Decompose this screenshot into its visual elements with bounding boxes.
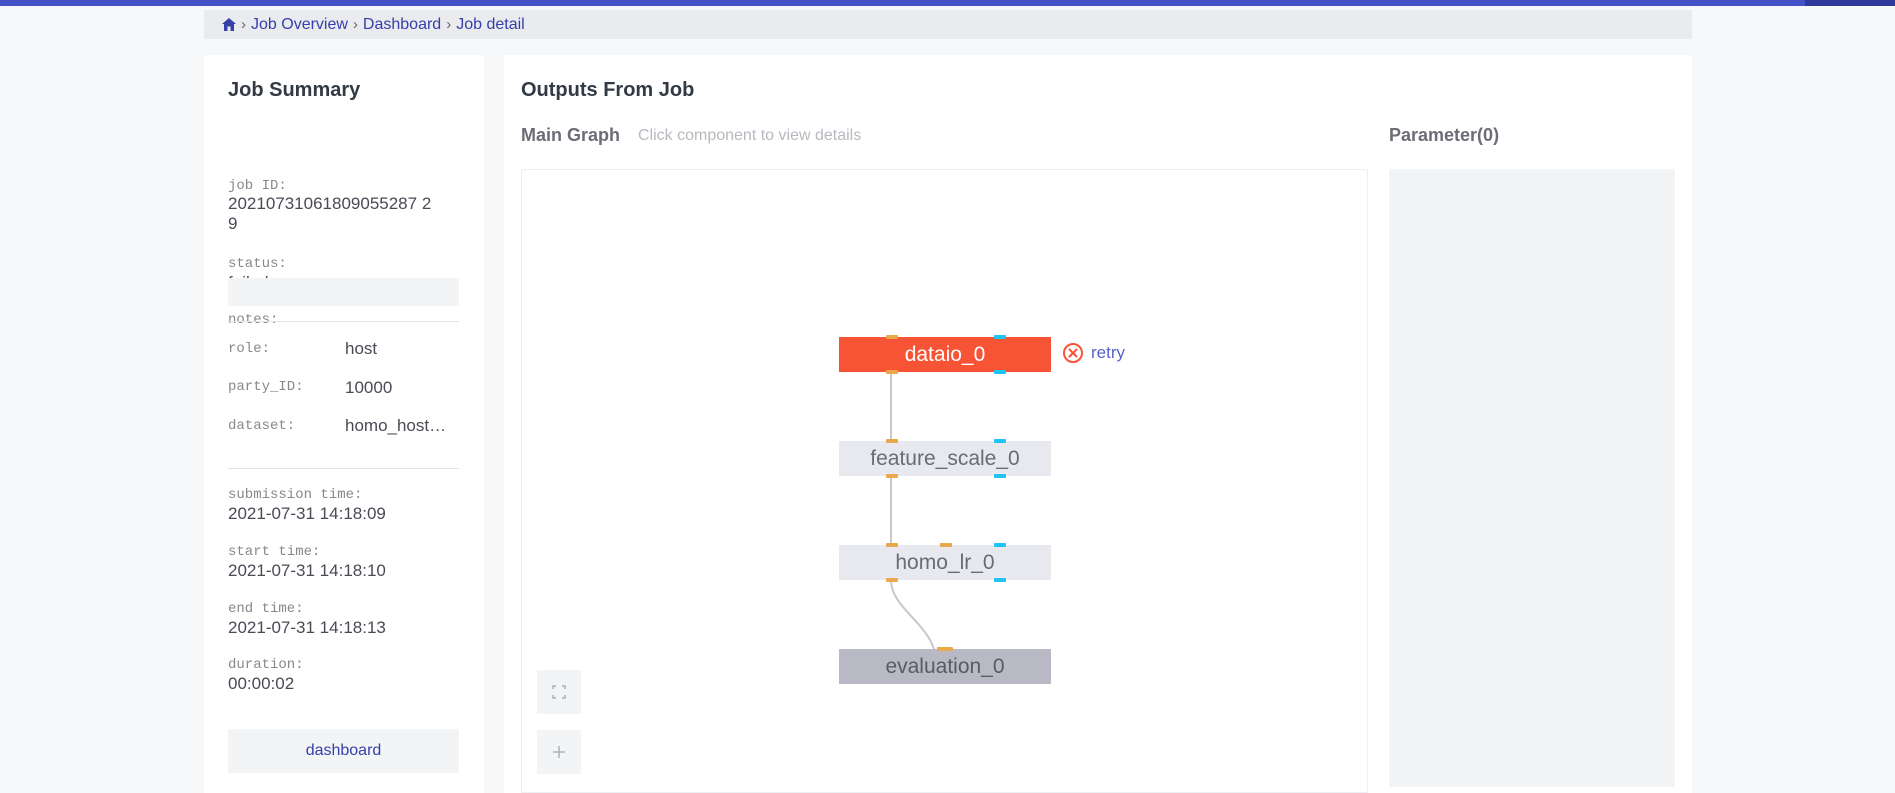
graph-edges xyxy=(890,372,937,662)
input-port xyxy=(994,439,1006,443)
input-port xyxy=(886,543,898,547)
output-port xyxy=(994,578,1006,582)
outputs-panel: Outputs From Job Main Graph Click compon… xyxy=(504,55,1692,793)
chevron-right-icon: › xyxy=(241,16,246,33)
duration-label: duration: xyxy=(228,657,304,673)
outputs-title: Outputs From Job xyxy=(521,79,695,101)
node-label: evaluation_0 xyxy=(885,654,1005,678)
status-label: status: xyxy=(228,256,287,272)
job-id-label: job ID: xyxy=(228,178,287,194)
graph-node-evaluation[interactable]: evaluation_0 xyxy=(839,647,1051,684)
output-port xyxy=(994,370,1006,374)
breadcrumb-job-overview[interactable]: Job Overview xyxy=(251,16,348,34)
top-accent-bar xyxy=(0,0,1895,6)
input-port xyxy=(886,439,898,443)
submission-time-value: 2021-07-31 14:18:09 xyxy=(228,504,386,523)
chevron-right-icon: › xyxy=(446,16,452,33)
node-label: dataio_0 xyxy=(904,342,986,366)
output-port xyxy=(994,474,1006,478)
role-value: host xyxy=(345,339,378,358)
party-id-value: 10000 xyxy=(345,378,393,397)
main-graph-canvas[interactable]: dataio_0 feature_scale_0 homo_lr_0 evalu… xyxy=(521,169,1368,793)
fullscreen-icon xyxy=(552,685,566,699)
fullscreen-button[interactable] xyxy=(537,670,581,714)
chevron-right-icon: › xyxy=(352,16,358,33)
node-label: homo_lr_0 xyxy=(895,550,995,574)
graph-node-feature-scale[interactable]: feature_scale_0 xyxy=(839,439,1051,478)
party-id-label: party_ID: xyxy=(228,379,304,395)
role-label: role: xyxy=(228,341,271,357)
start-time-label: start time: xyxy=(228,544,321,560)
input-port xyxy=(994,543,1006,547)
breadcrumb: › Job Overview › Dashboard › Job detail xyxy=(204,10,1692,39)
divider xyxy=(228,321,459,322)
home-icon[interactable] xyxy=(222,18,236,31)
error-circle-icon xyxy=(1062,342,1084,364)
output-port xyxy=(886,474,898,478)
graph-node-homo-lr[interactable]: homo_lr_0 xyxy=(839,543,1051,582)
plus-icon xyxy=(552,745,566,759)
input-port xyxy=(886,335,898,339)
retry-label: retry xyxy=(1091,343,1125,362)
main-graph-title: Main Graph xyxy=(521,125,621,145)
breadcrumb-dashboard[interactable]: Dashboard xyxy=(363,16,441,34)
zoom-in-button[interactable] xyxy=(537,730,581,774)
end-time-value: 2021-07-31 14:18:13 xyxy=(228,618,386,637)
input-port xyxy=(940,543,952,547)
divider xyxy=(228,468,459,469)
main-graph-hint: Click component to view details xyxy=(638,127,862,144)
duration-value: 00:00:02 xyxy=(228,674,295,693)
submission-time-label: submission time: xyxy=(228,487,363,503)
end-time-label: end time: xyxy=(228,601,304,617)
parameter-title: Parameter(0) xyxy=(1389,125,1500,145)
notes-field[interactable] xyxy=(228,278,459,306)
node-label: feature_scale_0 xyxy=(870,446,1020,470)
input-port xyxy=(994,335,1006,339)
job-summary-panel: Job Summary job ID: 20210731061809055287… xyxy=(204,55,484,793)
job-id-value-line2: 9 xyxy=(228,214,238,233)
retry-button[interactable]: retry xyxy=(1062,342,1125,364)
job-id-value-line1: 20210731061809055287 2 xyxy=(228,194,432,213)
dataset-label: dataset: xyxy=(228,418,296,434)
job-summary-title: Job Summary xyxy=(228,79,361,101)
dashboard-button[interactable]: dashboard xyxy=(228,729,459,773)
output-port xyxy=(886,370,898,374)
input-port xyxy=(937,647,953,651)
breadcrumb-job-detail[interactable]: Job detail xyxy=(456,16,525,34)
parameter-panel xyxy=(1389,169,1675,787)
start-time-value: 2021-07-31 14:18:10 xyxy=(228,561,386,580)
notes-label: notes: xyxy=(228,312,279,328)
graph-node-dataio[interactable]: dataio_0 xyxy=(839,335,1051,374)
dataset-value: homo_host… xyxy=(345,416,447,435)
top-accent-bar-right xyxy=(1805,0,1895,6)
output-port xyxy=(886,578,898,582)
